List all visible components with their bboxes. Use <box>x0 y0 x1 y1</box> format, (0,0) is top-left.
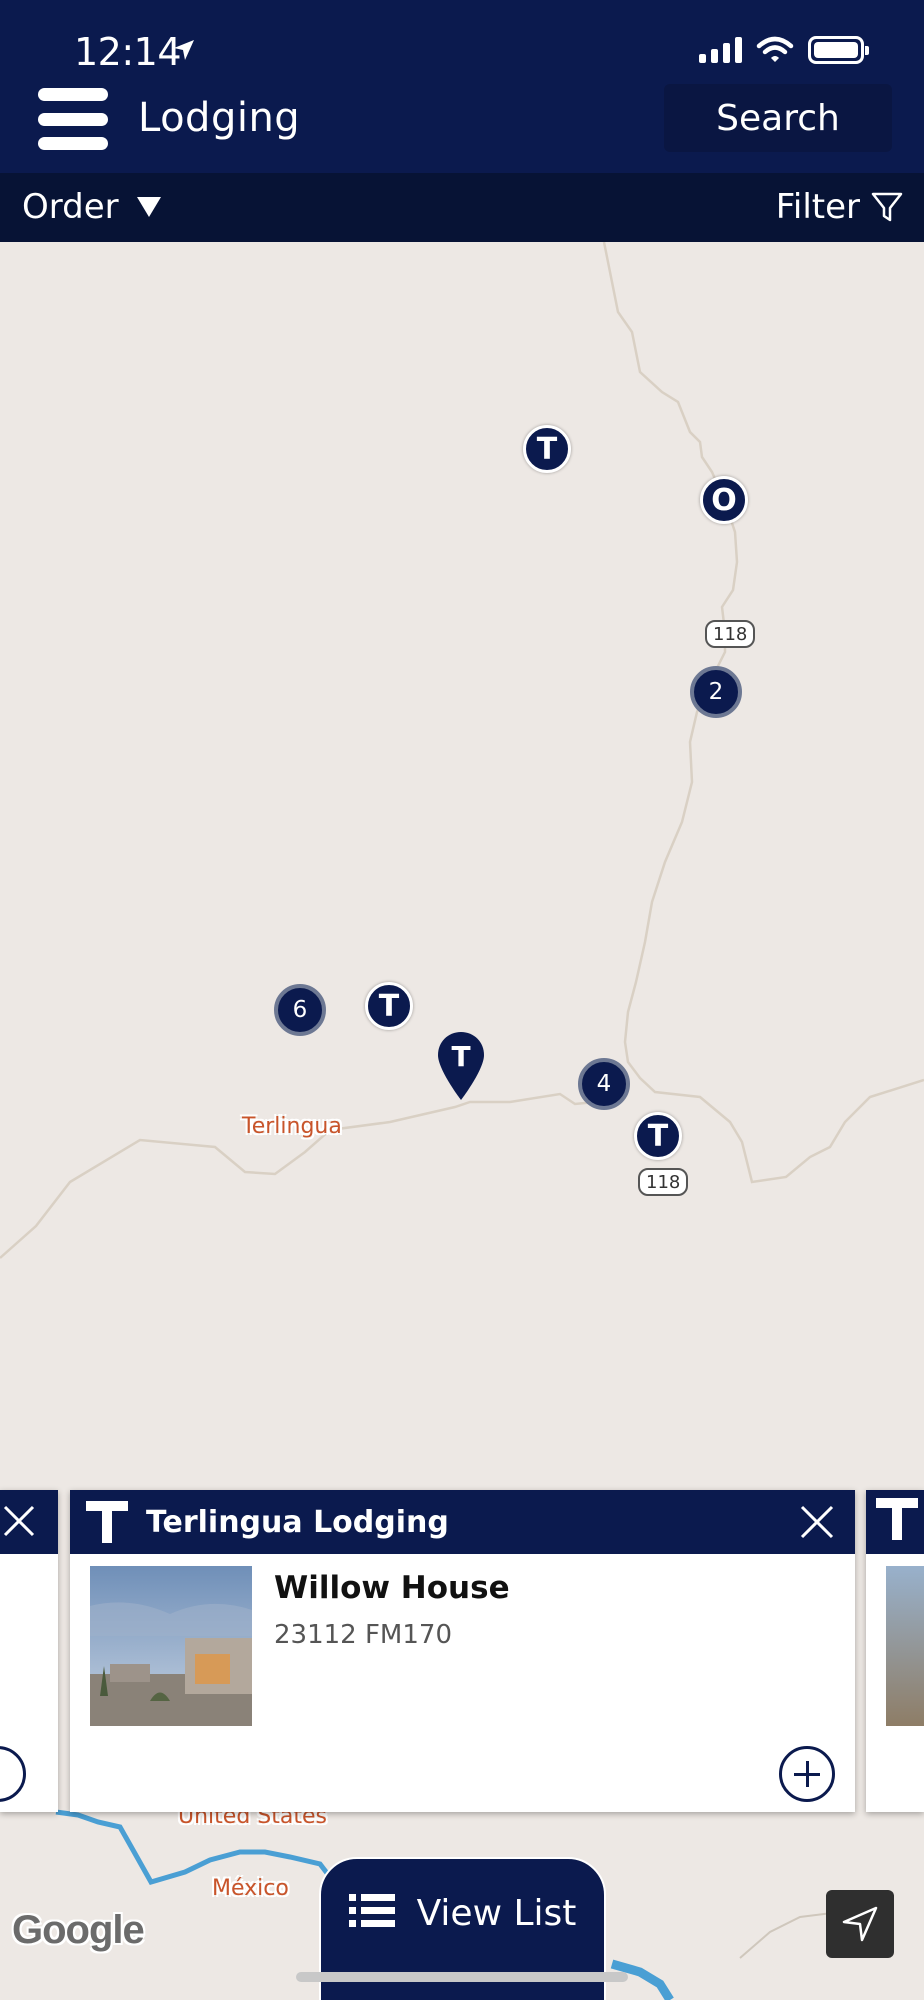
close-icon[interactable] <box>799 1504 835 1540</box>
search-button[interactable]: Search <box>664 84 892 152</box>
add-icon[interactable] <box>0 1746 26 1802</box>
cluster-marker[interactable]: 6 <box>274 984 326 1036</box>
filter-icon <box>871 192 903 222</box>
location-arrow-icon <box>174 40 194 60</box>
list-icon <box>348 1894 395 1927</box>
page-title: Lodging <box>138 95 301 141</box>
search-button-label: Search <box>716 97 840 139</box>
lodging-marker[interactable]: O <box>700 476 748 524</box>
order-label: Order <box>22 187 119 227</box>
lodging-thumbnail <box>90 1566 252 1726</box>
cluster-marker[interactable]: 4 <box>578 1058 630 1110</box>
lodging-marker[interactable]: T <box>523 425 571 473</box>
lodging-card[interactable]: Terlingua Lodging Willow House 23112 FM1… <box>70 1490 855 1812</box>
my-location-button[interactable] <box>826 1890 894 1958</box>
google-logo: Google <box>12 1908 145 1952</box>
status-time: 12:14 <box>74 30 182 74</box>
place-label-terlingua: Terlingua <box>242 1114 342 1139</box>
lodging-marker[interactable]: T <box>365 982 413 1030</box>
lodging-address: 23112 FM170 <box>274 1620 452 1650</box>
view-list-label: View List <box>416 1893 577 1934</box>
route-shield: 118 <box>638 1168 689 1196</box>
lodging-name: Willow House <box>274 1570 510 1606</box>
lodging-thumbnail <box>886 1566 924 1726</box>
status-icons <box>699 36 869 64</box>
close-icon[interactable] <box>2 1504 36 1538</box>
card-header: Terlingua Lodging <box>70 1490 855 1554</box>
cluster-marker[interactable]: 2 <box>690 666 742 718</box>
terlingua-logo-icon <box>876 1498 918 1540</box>
menu-button[interactable] <box>38 88 108 150</box>
chevron-down-icon <box>136 197 161 217</box>
place-label-mexico: México <box>212 1876 289 1901</box>
pin-letter: T <box>451 1040 470 1073</box>
order-button[interactable]: Order <box>22 187 161 227</box>
add-icon[interactable] <box>779 1746 835 1802</box>
filter-button[interactable]: Filter <box>776 187 904 227</box>
lodging-marker[interactable]: T <box>634 1112 682 1160</box>
route-shield: 118 <box>705 620 756 648</box>
sort-filter-bar: Order Filter <box>0 173 924 242</box>
top-bar: 12:14 Lodging Search <box>0 0 924 173</box>
card-category: Terlingua Lodging <box>146 1504 449 1540</box>
wifi-icon <box>756 36 794 62</box>
card-previous[interactable] <box>0 1490 58 1812</box>
card-next[interactable] <box>866 1490 924 1812</box>
filter-label: Filter <box>775 187 860 227</box>
selected-location-pin[interactable]: T <box>436 1030 486 1102</box>
terlingua-logo-icon <box>80 1495 134 1549</box>
battery-icon <box>808 36 869 64</box>
home-indicator <box>296 1972 628 1982</box>
navigation-arrow-icon <box>842 1906 878 1942</box>
signal-icon <box>699 37 742 63</box>
